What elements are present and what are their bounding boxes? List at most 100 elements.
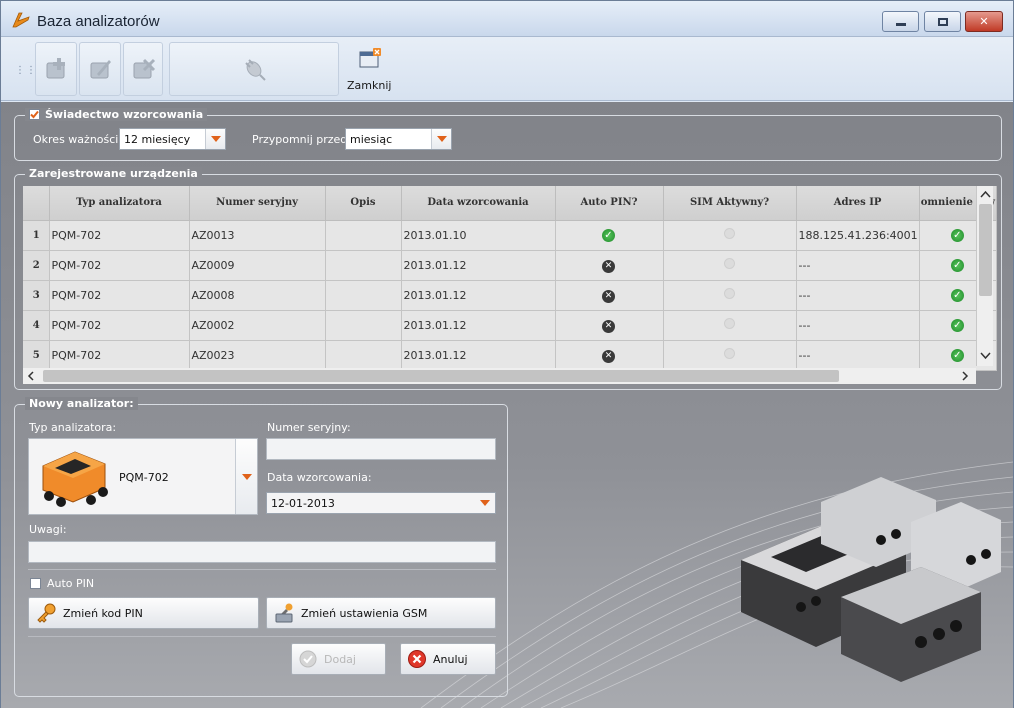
cell-type: PQM-702 [49,250,190,281]
cell-date: 2013.01.12 [401,310,556,341]
cell-type: PQM-702 [49,340,190,371]
cell-description [325,340,402,371]
auto-pin-label: Auto PIN [47,577,95,590]
analyzer-type-select[interactable]: PQM-702 [28,438,258,515]
cell-ip: --- [796,280,920,311]
notes-label: Uwagi: [29,523,67,536]
date-label: Data wzorcowania: [267,471,372,484]
validity-label: Okres ważności: [33,133,123,146]
cell-ip: 188.125.41.236:4001 [796,220,920,251]
check-icon: ✓ [950,229,964,242]
validity-select[interactable]: 12 miesięcy [119,128,226,150]
column-header-description[interactable]: Opis [325,186,402,221]
cell-ip: --- [796,250,920,281]
scroll-thumb-horizontal[interactable] [43,370,839,382]
wrench-icon [275,603,293,623]
certificate-group-title: Świadectwo wzorcowania [25,108,208,121]
calibration-date-picker[interactable]: 12-01-2013 [266,492,496,514]
cell-sim-active [663,280,797,311]
cell-description [325,250,402,281]
app-logo-icon [12,12,30,28]
chevron-down-icon[interactable] [475,493,495,513]
window-title: Baza analizatorów [37,13,160,30]
table-row[interactable]: 5 PQM-702 AZ0023 2013.01.12 ✕ --- ✓ [23,340,998,371]
scroll-up-icon[interactable] [977,186,994,202]
cell-auto-pin: ✕ [555,280,664,311]
new-analyzer-group: Nowy analizator: Typ analizatora: PQM-70… [14,397,508,697]
change-gsm-button[interactable]: Zmień ustawienia GSM [266,597,496,629]
chevron-down-icon[interactable] [205,129,225,149]
check-icon: ✓ [950,289,964,302]
cross-icon: ✕ [602,319,615,333]
cell-auto-pin: ✓ [555,220,664,251]
delete-device-button[interactable] [123,42,163,96]
inactive-indicator-icon [723,318,735,329]
chevron-down-icon[interactable] [235,439,257,514]
cross-icon: ✕ [602,349,615,363]
scroll-left-icon[interactable] [23,368,39,384]
check-icon: ✓ [950,259,964,272]
analyzer-database-window: Baza analizatorów ✕ ⋮⋮⋮ Zamknij Świadect… [0,0,1014,708]
serial-number-input[interactable] [266,438,496,460]
certificate-checkbox[interactable] [29,109,40,120]
change-pin-button[interactable]: Zmień kod PIN [28,597,259,629]
cell-serial: AZ0023 [189,340,326,371]
table-vertical-scrollbar[interactable] [976,186,993,366]
date-value: 12-01-2013 [271,496,335,510]
serial-label: Numer seryjny: [267,421,351,434]
cell-description [325,280,402,311]
inactive-indicator-icon [723,228,735,239]
cell-auto-pin: ✕ [555,250,664,281]
scroll-thumb-vertical[interactable] [979,204,992,296]
column-header-auto-pin[interactable]: Auto PIN? [555,186,664,221]
notes-input[interactable] [28,541,496,563]
chevron-down-icon[interactable] [431,129,451,149]
scroll-down-icon[interactable] [977,348,994,364]
close-button-label[interactable]: Zamknij [347,79,391,92]
new-analyzer-title: Nowy analizator: [25,397,138,410]
remind-select[interactable]: miesiąc [345,128,452,150]
cell-auto-pin: ✕ [555,340,664,371]
column-header-sim-active[interactable]: SIM Aktywny? [663,186,797,221]
type-value: PQM-702 [119,471,169,484]
table-horizontal-scrollbar[interactable] [23,368,976,384]
title-bar: Baza analizatorów ✕ [1,1,1013,37]
column-header-date[interactable]: Data wzorcowania [401,186,556,221]
add-device-icon [46,58,65,79]
table-row[interactable]: 1 PQM-702 AZ0013 2013.01.10 ✓ 188.125.41.236:… [23,220,998,251]
cell-sim-active [663,250,797,281]
validity-value: 12 miesięcy [124,132,191,146]
scroll-right-icon[interactable] [957,368,973,384]
close-database-icon[interactable] [359,48,381,68]
row-number: 5 [23,340,50,371]
table-row[interactable]: 3 PQM-702 AZ0008 2013.01.12 ✕ --- ✓ [23,280,998,311]
check-icon: ✓ [950,319,964,332]
check-icon: ✓ [950,349,964,362]
cancel-button[interactable]: Anuluj [400,643,496,675]
cell-auto-pin: ✕ [555,310,664,341]
column-header-type[interactable]: Typ analizatora [49,186,190,221]
table-row[interactable]: 4 PQM-702 AZ0002 2013.01.12 ✕ --- ✓ [23,310,998,341]
add-device-button[interactable] [35,42,77,96]
certificate-group: Świadectwo wzorcowania Okres ważności: 1… [14,108,1002,161]
cell-sim-active [663,220,797,251]
column-header-serial[interactable]: Numer seryjny [189,186,326,221]
cell-sim-active [663,310,797,341]
edit-device-button[interactable] [79,42,121,96]
main-panel: Świadectwo wzorcowania Okres ważności: 1… [1,102,1013,708]
column-header-ip[interactable]: Adres IP [796,186,920,221]
connect-button[interactable] [169,42,339,96]
cross-icon: ✕ [602,259,615,273]
cell-serial: AZ0009 [189,250,326,281]
check-icon: ✓ [602,229,615,242]
certificate-title: Świadectwo wzorcowania [45,108,204,121]
maximize-button[interactable] [924,11,961,32]
table-row[interactable]: 2 PQM-702 AZ0009 2013.01.12 ✕ --- ✓ [23,250,998,281]
close-window-button[interactable]: ✕ [965,11,1003,32]
minimize-button[interactable] [882,11,919,32]
divider [28,569,496,570]
add-button[interactable]: Dodaj [291,643,386,675]
devices-table: Typ analizatora Numer seryjny Opis Data … [23,186,998,371]
auto-pin-checkbox[interactable] [30,578,41,589]
cell-date: 2013.01.12 [401,340,556,371]
